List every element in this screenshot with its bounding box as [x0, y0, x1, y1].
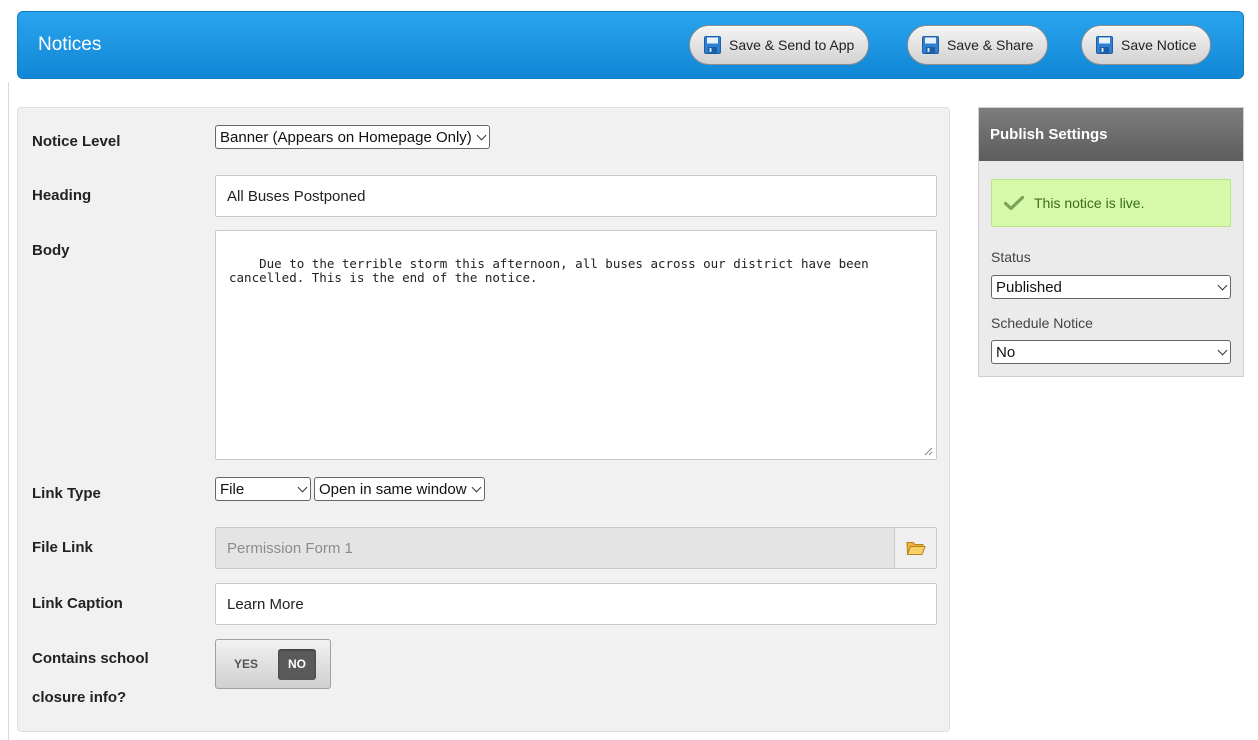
save-notice-button[interactable]: Save Notice [1081, 25, 1212, 65]
page-title: Notices [38, 34, 102, 55]
file-link-placeholder: Permission Form 1 [227, 539, 353, 557]
link-window-select[interactable]: Open in same window [314, 477, 485, 501]
notice-form-panel: Notice Level Banner (Appears on Homepage… [17, 107, 950, 732]
link-caption-value: Learn More [227, 595, 304, 613]
save-share-button[interactable]: Save & Share [907, 25, 1049, 65]
live-status-alert: This notice is live. [991, 179, 1231, 227]
status-select[interactable]: Published [991, 275, 1231, 299]
closure-info-toggle[interactable]: YES NO [215, 639, 331, 689]
link-type-select[interactable]: File [215, 477, 311, 501]
folder-open-icon [905, 542, 926, 555]
body-textarea[interactable]: Due to the terrible storm this afternoon… [215, 230, 937, 460]
floppy-disk-icon [922, 36, 939, 54]
browse-file-button[interactable] [894, 528, 936, 568]
floppy-disk-icon [1096, 36, 1113, 54]
save-send-to-app-label: Save & Send to App [729, 37, 855, 53]
chevron-down-icon [297, 482, 308, 492]
closure-info-label-line1: Contains school [32, 650, 149, 667]
chevron-down-icon [1217, 345, 1228, 355]
heading-input[interactable]: All Buses Postponed [215, 175, 937, 217]
link-window-value: Open in same window [319, 480, 467, 498]
file-link-input[interactable]: Permission Form 1 [215, 527, 937, 569]
save-share-label: Save & Share [947, 37, 1034, 53]
notice-level-label: Notice Level [32, 133, 121, 150]
publish-settings-panel: Publish Settings This notice is live. St… [978, 107, 1244, 377]
resize-handle-icon[interactable] [924, 447, 933, 456]
status-value: Published [996, 278, 1062, 296]
page-left-border [8, 82, 9, 740]
notices-header-bar: Notices Save & Send to App Save & Share … [17, 11, 1244, 79]
floppy-disk-icon [704, 36, 721, 54]
chevron-down-icon [1217, 280, 1228, 290]
schedule-notice-label: Schedule Notice [991, 315, 1093, 331]
body-value: Due to the terrible storm this afternoon… [229, 256, 869, 285]
live-status-message: This notice is live. [1034, 195, 1145, 211]
link-type-label: Link Type [32, 485, 101, 502]
chevron-down-icon [476, 130, 487, 140]
toggle-yes-option[interactable]: YES [234, 657, 278, 671]
closure-info-label-line2: closure info? [32, 689, 127, 706]
schedule-notice-select[interactable]: No [991, 340, 1231, 364]
schedule-notice-value: No [996, 343, 1016, 361]
link-caption-input[interactable]: Learn More [215, 583, 937, 625]
status-label: Status [991, 249, 1031, 265]
checkmark-icon [1004, 195, 1024, 211]
notice-level-value: Banner (Appears on Homepage Only) [220, 128, 472, 146]
toggle-no-option[interactable]: NO [278, 648, 316, 680]
heading-value: All Buses Postponed [227, 187, 366, 205]
save-send-to-app-button[interactable]: Save & Send to App [689, 25, 870, 65]
heading-label: Heading [32, 187, 92, 204]
link-caption-label: Link Caption [32, 595, 123, 612]
file-link-label: File Link [32, 539, 93, 556]
publish-settings-title: Publish Settings [979, 108, 1243, 161]
save-notice-label: Save Notice [1121, 37, 1197, 53]
link-type-value: File [220, 480, 245, 498]
chevron-down-icon [471, 482, 482, 492]
notice-level-select[interactable]: Banner (Appears on Homepage Only) [215, 125, 490, 149]
body-label: Body [32, 242, 70, 259]
